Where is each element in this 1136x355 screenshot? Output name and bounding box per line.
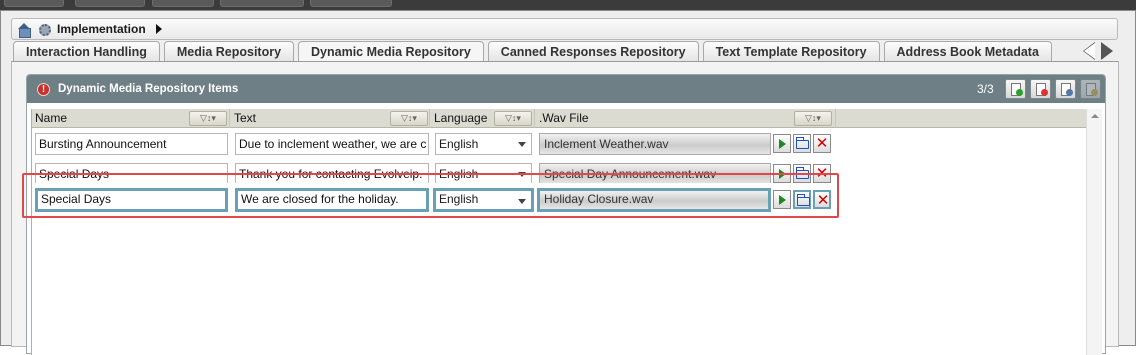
- vertical-scrollbar[interactable]: [1086, 109, 1102, 355]
- browse-button[interactable]: [793, 134, 811, 153]
- warning-icon: !: [37, 82, 50, 96]
- tab-canned-responses-repository[interactable]: Canned Responses Repository: [487, 41, 699, 62]
- tab-text-template-repository[interactable]: Text Template Repository: [702, 41, 880, 62]
- highlight-box: [22, 173, 839, 218]
- grid-header: Name ▽↕▾ Text ▽↕▾ Language ▽↕▾ .Wav File…: [32, 109, 1086, 128]
- panel-title: Dynamic Media Repository Items: [58, 83, 239, 95]
- tab-scroll-right-icon[interactable]: [1100, 41, 1114, 61]
- delete-wav-button[interactable]: ✕: [813, 134, 831, 153]
- filter-sort-icon[interactable]: ▽↕▾: [390, 111, 428, 126]
- panel-header: ! Dynamic Media Repository Items 3/3: [27, 75, 1105, 103]
- copy-item-button[interactable]: [1055, 79, 1076, 99]
- folder-icon: [796, 137, 809, 149]
- top-tab-stub: [152, 0, 214, 7]
- settings-button[interactable]: [1080, 79, 1101, 99]
- table-row[interactable]: Bursting Announcement Due to inclement w…: [32, 130, 1086, 157]
- filter-sort-icon[interactable]: ▽↕▾: [794, 111, 832, 126]
- text-field[interactable]: Due to inclement weather, we are c: [235, 133, 429, 155]
- scroll-up-icon[interactable]: [1091, 114, 1099, 118]
- column-label: Name: [35, 111, 68, 125]
- delete-item-button[interactable]: [1030, 79, 1051, 99]
- home-icon[interactable]: [18, 22, 31, 38]
- tab-address-book-metadata[interactable]: Address Book Metadata: [883, 41, 1052, 62]
- breadcrumb: Implementation: [11, 18, 1118, 40]
- tab-media-repository[interactable]: Media Repository: [163, 41, 295, 62]
- wav-file-field[interactable]: Inclement Weather.wav: [539, 133, 771, 155]
- items-grid: Name ▽↕▾ Text ▽↕▾ Language ▽↕▾ .Wav File…: [31, 109, 1102, 355]
- language-value: English: [439, 137, 479, 151]
- column-label: Text: [234, 111, 257, 125]
- top-window-strip: [0, 0, 1136, 10]
- top-tab-stub: [220, 0, 304, 7]
- play-icon: [779, 139, 786, 149]
- gear-icon: [37, 22, 51, 36]
- breadcrumb-arrow-icon[interactable]: [155, 24, 162, 34]
- breadcrumb-label[interactable]: Implementation: [57, 22, 146, 36]
- top-tab-stub: [310, 0, 392, 7]
- tab-interaction-handling[interactable]: Interaction Handling: [13, 41, 160, 62]
- filter-sort-icon[interactable]: ▽↕▾: [189, 111, 227, 126]
- column-label: Language: [434, 111, 488, 125]
- tab-bar: Interaction Handling Media Repository Dy…: [13, 41, 1056, 63]
- tab-scroll-left-icon[interactable]: [1083, 41, 1097, 61]
- item-count: 3/3: [977, 82, 994, 96]
- play-button[interactable]: [773, 134, 791, 153]
- tab-dynamic-media-repository[interactable]: Dynamic Media Repository: [298, 41, 484, 63]
- column-label: .Wav File: [539, 111, 589, 125]
- top-tab-stub: [4, 0, 64, 7]
- add-item-button[interactable]: [1005, 79, 1026, 99]
- language-select[interactable]: English: [435, 133, 532, 155]
- filter-sort-icon[interactable]: ▽↕▾: [494, 111, 532, 126]
- column-header-wav-file[interactable]: .Wav File: [536, 109, 836, 128]
- close-icon: ✕: [815, 134, 829, 152]
- top-tab-stub: [75, 0, 145, 7]
- name-field[interactable]: Bursting Announcement: [35, 133, 228, 155]
- chevron-down-icon: [518, 142, 526, 147]
